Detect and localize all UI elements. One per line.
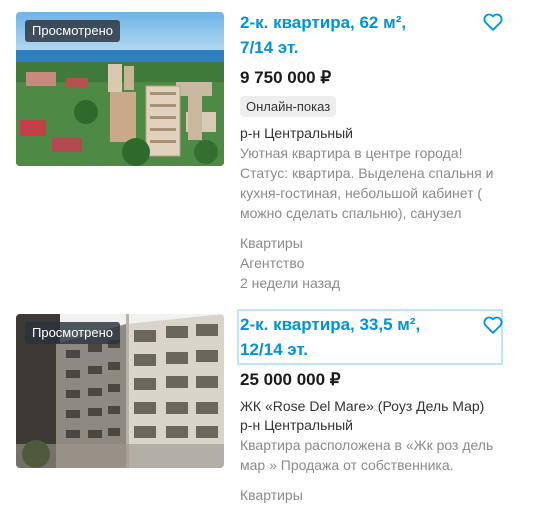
- title-line-1: 2-к. квартира, 33,5 м²,: [240, 315, 421, 334]
- listing-price: 9 750 000 ₽: [240, 68, 332, 87]
- listing-category: Квартиры: [240, 235, 303, 251]
- listing-description: Квартира расположена в «Жк роз дель мар …: [240, 435, 498, 475]
- listing-category: Квартиры: [240, 487, 303, 503]
- description-line: кухня-гостиная, небольшой кабинет (: [240, 185, 483, 201]
- viewed-badge: Просмотрено: [25, 20, 121, 42]
- listing-complex: ЖК «Rose Del Mare» (Роуз Дель Мар): [240, 398, 485, 414]
- listing-photo[interactable]: Просмотрено: [16, 12, 224, 166]
- title-line-2: 12/14 эт.: [240, 340, 308, 359]
- listing-date: 2 недели назад: [240, 275, 340, 291]
- description-line: Квартира расположена в «Жк роз дель: [240, 437, 494, 453]
- listing-info: 2-к. квартира, 62 м², 7/14 эт. 9 750 000…: [240, 10, 500, 293]
- description-line: можно сделать спальню), санузел: [240, 205, 462, 221]
- listing-photo[interactable]: Просмотрено: [16, 314, 224, 468]
- favorite-button[interactable]: [482, 314, 504, 336]
- online-viewing-badge: Онлайн-показ: [240, 96, 337, 117]
- listing-price: 25 000 000 ₽: [240, 370, 341, 389]
- listing-district: р-н Центральный: [240, 125, 354, 141]
- listing-description: Уютная квартира в центре города! Статус:…: [240, 143, 498, 223]
- listing-title-link[interactable]: 2-к. квартира, 33,5 м², 12/14 эт.: [237, 309, 503, 365]
- favorite-button[interactable]: [482, 11, 504, 33]
- description-line: Уютная квартира в центре города!: [240, 145, 463, 161]
- listing-district: р-н Центральный: [240, 417, 354, 433]
- title-line-2: 7/14 эт.: [240, 38, 299, 57]
- description-line: Статус: квартира. Выделена спальня и: [240, 165, 494, 181]
- listing-seller: Агентство: [240, 255, 305, 271]
- title-line-1: 2-к. квартира, 62 м²,: [240, 13, 407, 32]
- description-line: мар » Продажа от собственника.: [240, 457, 454, 473]
- listing-info: 2-к. квартира, 33,5 м², 12/14 эт. 25 000…: [237, 309, 503, 505]
- heart-outline-icon: [483, 13, 503, 31]
- heart-outline-icon: [483, 316, 503, 334]
- listing-title-link[interactable]: 2-к. квартира, 62 м², 7/14 эт.: [240, 10, 500, 60]
- viewed-badge: Просмотрено: [25, 322, 121, 344]
